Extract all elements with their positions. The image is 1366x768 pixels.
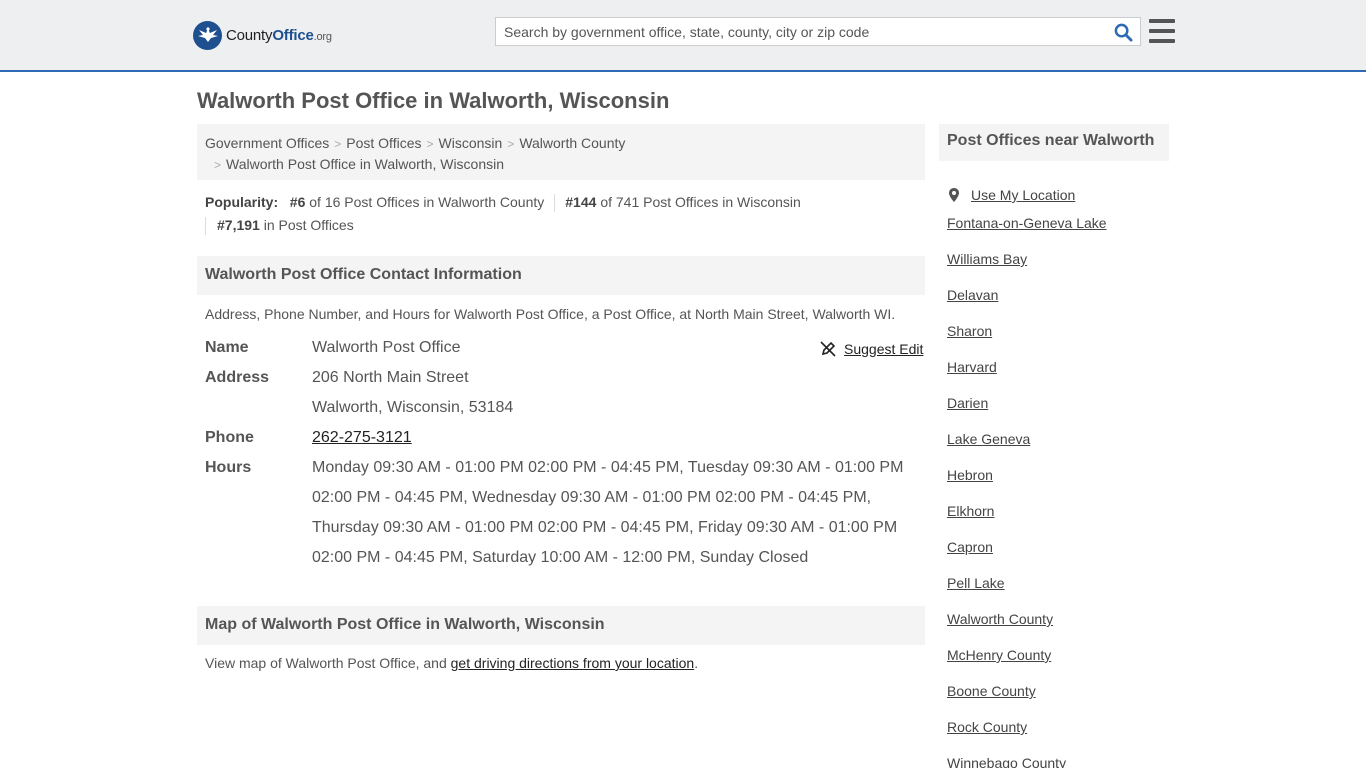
nearby-link[interactable]: Williams Bay — [947, 251, 1027, 267]
search-input[interactable] — [496, 18, 1106, 45]
nearby-link[interactable]: Pell Lake — [947, 575, 1005, 591]
sidebar-heading: Post Offices near Walworth — [939, 124, 1169, 161]
breadcrumb-government-offices[interactable]: Government Offices — [205, 135, 329, 151]
hours-value: Monday 09:30 AM - 01:00 PM 02:00 PM - 04… — [312, 459, 904, 566]
popularity-label: Popularity: — [205, 194, 279, 210]
suggest-edit[interactable]: Suggest Edit — [820, 339, 923, 359]
county-rank-text: of 16 Post Offices in Walworth County — [309, 194, 545, 210]
nearby-link[interactable]: Fontana-on-Geneva Lake — [947, 215, 1107, 231]
breadcrumb-post-offices[interactable]: Post Offices — [346, 135, 421, 151]
contact-heading: Walworth Post Office Contact Information — [197, 256, 925, 295]
nearby-link[interactable]: Sharon — [947, 323, 992, 339]
map-heading: Map of Walworth Post Office in Walworth,… — [197, 606, 925, 645]
national-rank: #7,191 — [217, 217, 260, 233]
eagle-seal-icon — [193, 20, 222, 50]
chevron-right-icon: > — [426, 137, 434, 151]
chevron-right-icon: > — [334, 137, 342, 151]
map-description: View map of Walworth Post Office, and ge… — [205, 655, 698, 671]
address-line1: 206 North Main Street — [312, 369, 469, 386]
top-header: CountyOffice.org — [0, 0, 1366, 72]
chevron-right-icon: > — [507, 137, 515, 151]
page-title: Walworth Post Office in Walworth, Wiscon… — [197, 88, 670, 113]
breadcrumb-walworth-county[interactable]: Walworth County — [519, 135, 625, 151]
nearby-link[interactable]: Walworth County — [947, 611, 1053, 627]
logo-text: CountyOffice.org — [226, 26, 332, 44]
map-description-end: . — [694, 655, 699, 671]
hours-label: Hours — [205, 459, 252, 476]
nearby-link[interactable]: Capron — [947, 539, 993, 555]
nearby-link[interactable]: Lake Geneva — [947, 431, 1030, 447]
address-label: Address — [205, 369, 270, 386]
contact-description: Address, Phone Number, and Hours for Wal… — [205, 306, 896, 322]
breadcrumb: Government Offices > Post Offices > Wisconsi… — [197, 124, 925, 180]
nearby-link[interactable]: McHenry County — [947, 647, 1051, 663]
nearby-post-offices-list: Use My Location Fontana-on-Geneva Lake W… — [947, 177, 1177, 768]
nearby-link[interactable]: Delavan — [947, 287, 998, 303]
use-location-row: Use My Location — [947, 177, 1177, 213]
site-logo[interactable]: CountyOffice.org — [193, 20, 332, 50]
nearby-link[interactable]: Elkhorn — [947, 503, 994, 519]
nearby-link[interactable]: Harvard — [947, 359, 997, 375]
use-my-location-link[interactable]: Use My Location — [971, 185, 1075, 205]
breadcrumb-wisconsin[interactable]: Wisconsin — [439, 135, 503, 151]
edit-icon — [820, 341, 836, 357]
suggest-edit-link[interactable]: Suggest Edit — [844, 339, 923, 359]
driving-directions-link[interactable]: get driving directions from your locatio… — [451, 655, 695, 671]
county-rank: #6 — [289, 194, 306, 210]
breadcrumb-current[interactable]: Walworth Post Office in Walworth, Wiscon… — [226, 156, 504, 172]
nearby-link[interactable]: Winnebago County — [947, 755, 1066, 768]
map-pin-icon — [949, 188, 959, 202]
search-icon — [1114, 23, 1133, 42]
nearby-link[interactable]: Rock County — [947, 719, 1027, 735]
divider — [205, 217, 206, 236]
search-bar — [495, 17, 1141, 46]
divider — [554, 194, 556, 213]
hamburger-menu-icon[interactable] — [1149, 19, 1175, 43]
state-rank: #144 — [565, 194, 597, 210]
map-description-text: View map of Walworth Post Office, and — [205, 655, 451, 671]
address-line2: Walworth, Wisconsin, 53184 — [312, 399, 514, 416]
state-rank-text: of 741 Post Offices in Wisconsin — [600, 194, 801, 210]
nearby-link[interactable]: Hebron — [947, 467, 993, 483]
name-value: Walworth Post Office — [312, 339, 461, 356]
nearby-link[interactable]: Darien — [947, 395, 988, 411]
nearby-link[interactable]: Boone County — [947, 683, 1036, 699]
national-rank-text: in Post Offices — [263, 217, 354, 233]
popularity-stats: Popularity: #6 of 16 Post Offices in Wal… — [205, 191, 925, 237]
search-button[interactable] — [1112, 22, 1134, 42]
phone-label: Phone — [205, 429, 254, 446]
chevron-right-icon: > — [214, 158, 222, 172]
name-label: Name — [205, 339, 249, 356]
phone-link[interactable]: 262-275-3121 — [312, 429, 412, 446]
